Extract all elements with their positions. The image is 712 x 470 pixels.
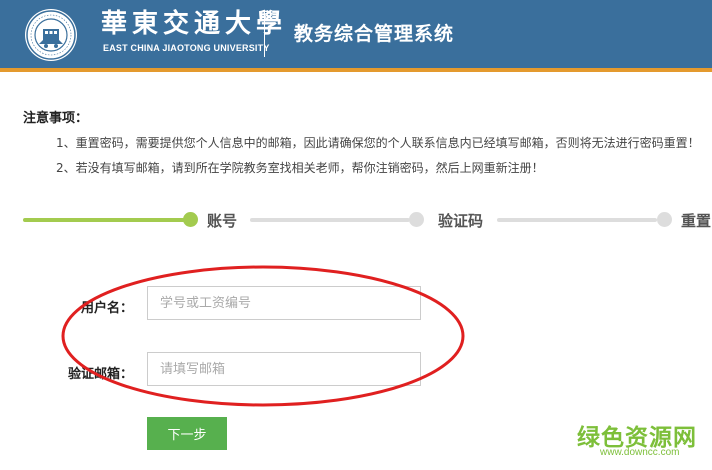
step-line-verify	[250, 218, 410, 222]
step-dot-reset	[657, 212, 672, 227]
university-name-cn: 華東交通大學	[101, 9, 288, 39]
notice-item-2: 2、若没有填写邮箱，请到所在学院教务室找相关老师，帮你注销密码，然后上网重新注册…	[56, 161, 544, 175]
page-header: 華東交通大學 EAST CHINA JIAOTONG UNIVERSITY 教务…	[0, 0, 712, 72]
university-seal-icon	[25, 9, 77, 61]
system-title: 教务综合管理系统	[294, 23, 455, 45]
university-name-en: EAST CHINA JIAOTONG UNIVERSITY	[103, 43, 270, 53]
step-dot-account	[183, 212, 198, 227]
notice-item-1: 1、重置密码，需要提供您个人信息中的邮箱，因此请确保您的个人联系信息内已经填写邮…	[56, 136, 700, 150]
notice-title: 注意事项：	[23, 111, 89, 126]
step-line-reset	[497, 218, 657, 222]
header-divider	[264, 11, 265, 57]
step-line-account	[23, 218, 185, 222]
step-label-verify: 验证码	[438, 212, 484, 230]
highlight-ellipse	[61, 265, 465, 407]
watermark-en: www.downcc.com	[600, 447, 680, 458]
step-label-reset: 重置	[681, 212, 712, 230]
step-dot-verify	[409, 212, 424, 227]
progress-steps: 账号 验证码 重置	[0, 205, 712, 235]
step-label-account: 账号	[207, 212, 238, 230]
next-step-button[interactable]: 下一步	[147, 417, 227, 450]
